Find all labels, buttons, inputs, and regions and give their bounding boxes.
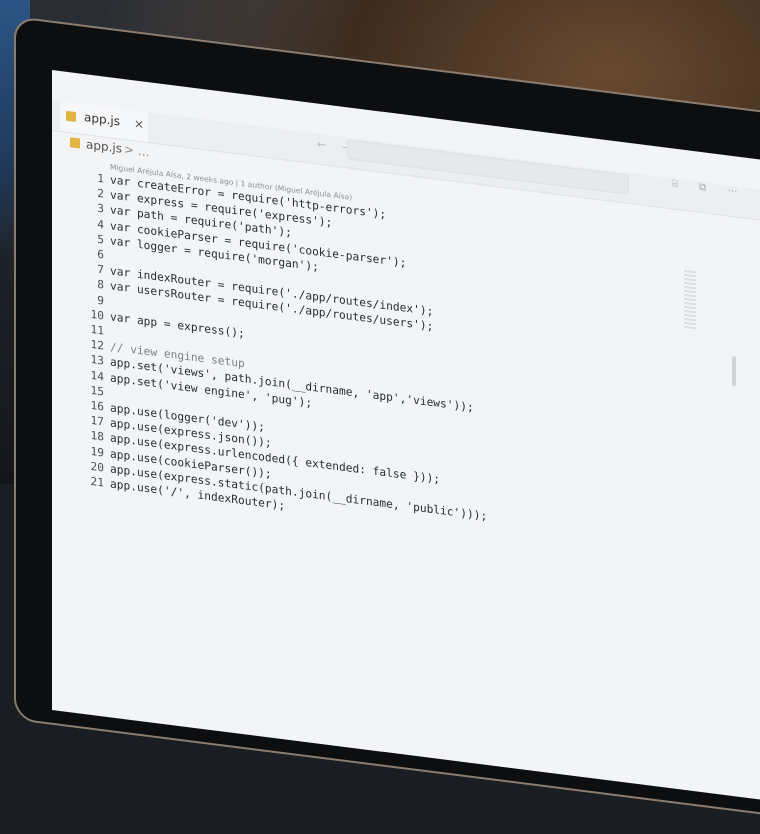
line-number: 8 xyxy=(97,278,104,292)
line-number: 20 xyxy=(90,459,104,475)
line-number: 10 xyxy=(90,307,104,323)
laptop: app.js × ← → ⌸ ⧉ ⋯ app.js > ... Miguel A… xyxy=(0,0,760,834)
close-tab-icon[interactable]: × xyxy=(134,116,144,131)
minimap[interactable] xyxy=(684,269,696,332)
line-number: 3 xyxy=(97,202,104,216)
line-number: 21 xyxy=(90,474,104,490)
line-number: 6 xyxy=(97,247,104,262)
line-number: 16 xyxy=(90,398,104,414)
line-number: 12 xyxy=(90,338,104,353)
line-number: 1 xyxy=(97,171,104,186)
line-number: 5 xyxy=(97,232,104,247)
line-number: 9 xyxy=(97,293,104,308)
editor-screen: app.js × ← → ⌸ ⧉ ⋯ app.js > ... Miguel A… xyxy=(52,70,760,824)
line-number: 13 xyxy=(90,353,104,368)
line-number: 7 xyxy=(97,262,104,277)
line-number: 15 xyxy=(90,383,104,399)
line-number: 18 xyxy=(90,429,104,444)
line-number: 4 xyxy=(97,217,104,232)
line-number: 14 xyxy=(90,368,104,384)
chevron-right-icon: > xyxy=(124,142,135,158)
line-number: 11 xyxy=(90,322,104,338)
js-file-icon xyxy=(70,137,80,149)
breadcrumb-file[interactable]: app.js xyxy=(86,137,122,156)
scrollbar[interactable] xyxy=(732,355,736,387)
js-file-icon xyxy=(66,110,76,123)
line-number: 19 xyxy=(90,444,104,460)
breadcrumb-more[interactable]: ... xyxy=(138,144,149,159)
line-number: 17 xyxy=(90,414,104,429)
tab-label: app.js xyxy=(84,110,120,129)
line-number: 2 xyxy=(97,186,104,201)
